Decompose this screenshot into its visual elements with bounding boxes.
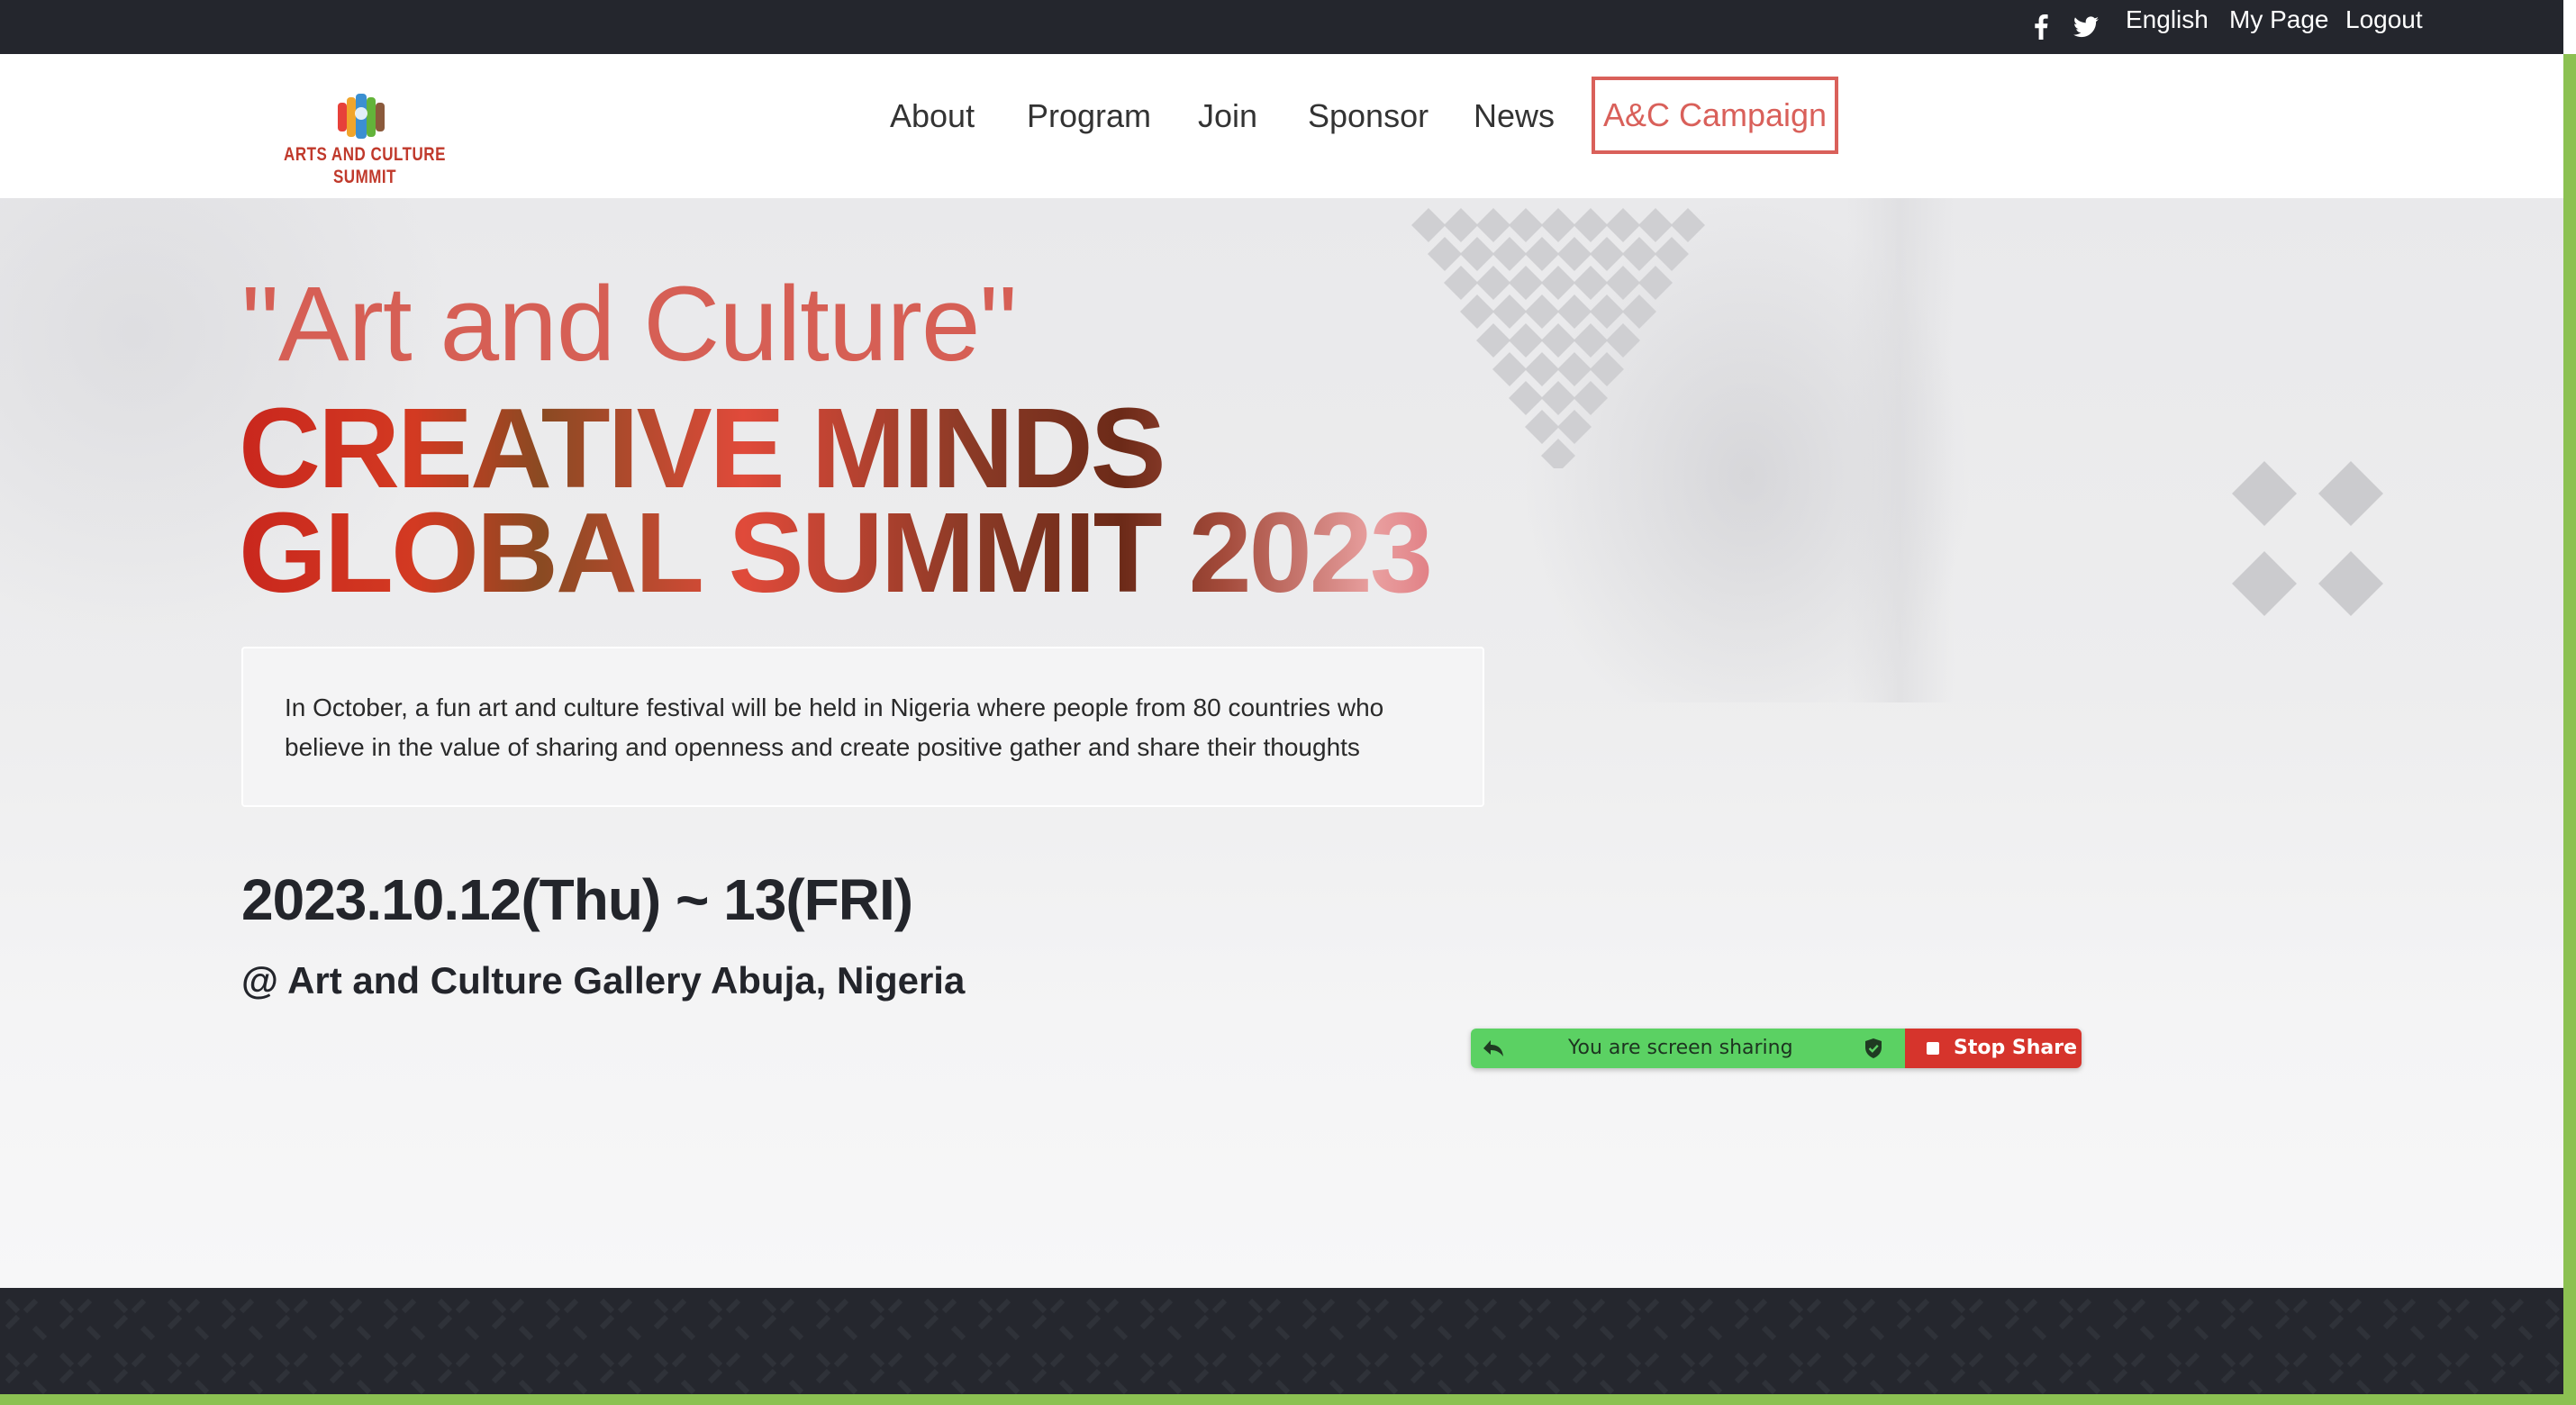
footer-pattern-decoration [0, 1288, 2563, 1394]
logo-text: ARTS AND CULTURE SUMMIT [284, 143, 446, 187]
hero-title-line-2: GLOBAL SUMMIT 2023 [239, 489, 1430, 616]
shield-icon [1865, 1038, 1882, 1058]
stop-icon [1927, 1042, 1939, 1055]
nav-program[interactable]: Program [1027, 54, 1151, 198]
event-venue: @ Art and Culture Gallery Abuja, Nigeria [241, 959, 966, 1002]
cross-decoration [2232, 461, 2383, 616]
stop-share-button[interactable]: Stop Share [1905, 1029, 2082, 1068]
screen-share-bar: You are screen sharing Stop Share [1471, 1029, 2082, 1068]
stop-share-label: Stop Share [1954, 1037, 2078, 1059]
hero-section: "Art and Culture" CREATIVE MINDS GLOBAL … [0, 198, 2563, 1288]
screen-share-status: You are screen sharing [1471, 1029, 1905, 1068]
nav-join[interactable]: Join [1198, 54, 1257, 198]
hero-subtitle: "Art and Culture" [241, 265, 1017, 384]
nav-about[interactable]: About [890, 54, 975, 198]
event-description: In October, a fun art and culture festiv… [241, 647, 1484, 807]
nav-news[interactable]: News [1474, 54, 1555, 198]
event-date: 2023.10.12(Thu) ~ 13(FRI) [241, 867, 913, 932]
screen-share-status-text: You are screen sharing [1568, 1037, 1793, 1059]
logout-link[interactable]: Logout [2345, 0, 2423, 40]
nav-sponsor[interactable]: Sponsor [1308, 54, 1429, 198]
footer-pattern-band [0, 1288, 2563, 1394]
language-link[interactable]: English [2126, 0, 2209, 40]
hero-background-blur [1846, 198, 1955, 702]
hero-title: CREATIVE MINDS GLOBAL SUMMIT 2023 [239, 396, 1500, 605]
top-utility-bar: English My Page Logout [0, 0, 2563, 54]
page-edge-strip [2563, 54, 2576, 1405]
hero-title-line-1: CREATIVE MINDS [239, 385, 1164, 512]
my-page-link[interactable]: My Page [2229, 0, 2329, 40]
main-navigation: ARTS AND CULTURE SUMMIT About Program Jo… [0, 54, 2563, 198]
nav-campaign-button[interactable]: A&C Campaign [1592, 77, 1838, 154]
share-arrow-icon [1483, 1040, 1503, 1056]
site-logo[interactable]: ARTS AND CULTURE SUMMIT [257, 92, 473, 187]
facebook-icon[interactable] [2034, 0, 2048, 54]
twitter-icon[interactable] [2073, 0, 2099, 54]
page-bottom-strip [0, 1394, 2576, 1405]
logo-emblem-icon [338, 94, 385, 139]
